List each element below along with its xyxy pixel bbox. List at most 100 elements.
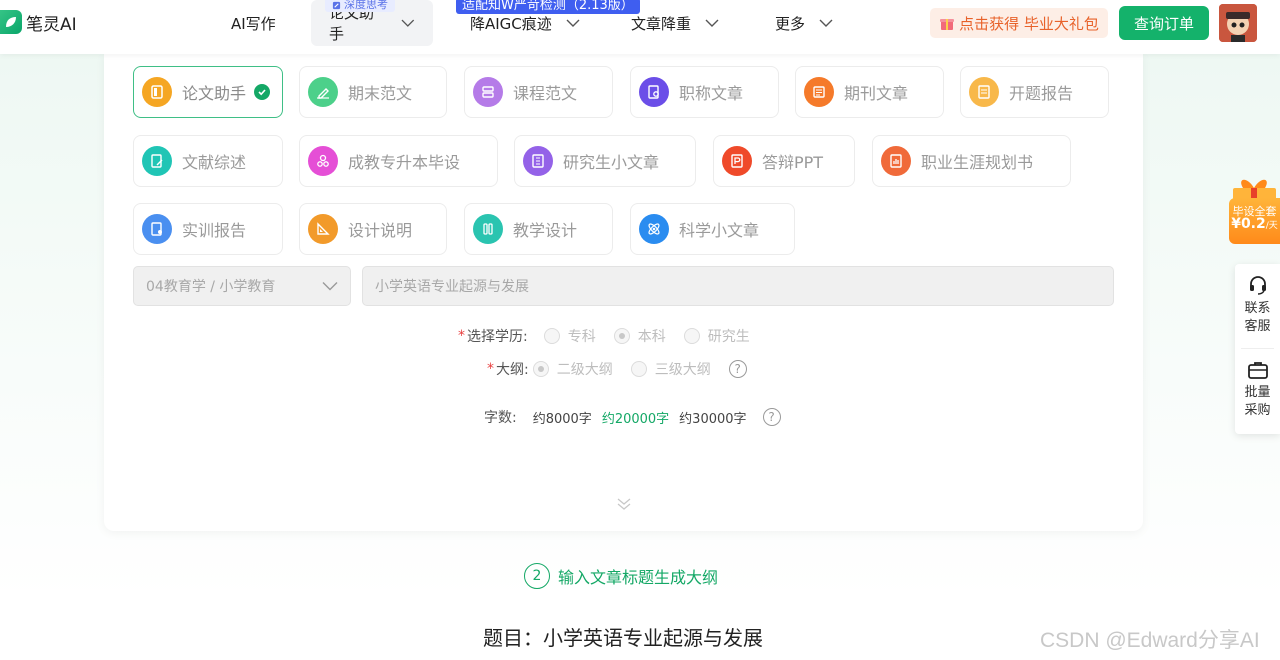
contact-label: 客服	[1244, 319, 1271, 334]
wordcount-30000[interactable]: 约30000字	[679, 408, 746, 427]
headset-icon	[1249, 276, 1266, 295]
bulk-label: 采购	[1244, 403, 1271, 418]
type-journal-article[interactable]: 期刊文章	[795, 66, 944, 118]
type-paper-assistant[interactable]: 论文助手	[133, 66, 283, 118]
radio-dot	[683, 328, 700, 344]
type-science-article[interactable]: 科学小文章	[630, 203, 795, 255]
wordcount-8000[interactable]: 约8000字	[533, 408, 592, 427]
nav-rewrite[interactable]: 文章降重	[631, 0, 719, 46]
wordcount-label: 字数:	[484, 410, 517, 426]
outline-label: 大纲:	[496, 362, 529, 378]
check-icon	[254, 84, 271, 100]
nav-reduce-aigc[interactable]: 适配知W严苛检测（2.13版） 降AIGC痕迹	[456, 0, 640, 46]
bulk-label: 批量	[1244, 385, 1271, 400]
subject-select[interactable]: 04教育学 / 小学教育	[133, 266, 351, 306]
contact-support-button[interactable]: 联系 客服	[1235, 274, 1280, 336]
promo-unit: /天	[1265, 221, 1278, 231]
divider	[1241, 348, 1274, 349]
radio-dot	[613, 328, 630, 344]
chevron-down-icon	[322, 282, 338, 291]
promo-widget[interactable]: 毕设全套 ¥0.2/天	[1229, 176, 1280, 246]
query-order-button[interactable]: 查询订单	[1119, 6, 1209, 40]
leaf-logo-icon	[0, 10, 22, 34]
wordcount-20000[interactable]: 约20000字	[602, 408, 669, 427]
people-icon	[308, 146, 338, 176]
radio-junior-college[interactable]: 专科	[543, 326, 596, 346]
type-adult-upgrade-thesis[interactable]: 成教专升本毕设	[299, 135, 498, 187]
ruler-icon	[308, 214, 338, 244]
type-label: 职称文章	[679, 84, 744, 103]
chevron-down-icon	[819, 19, 833, 27]
chevron-down-icon	[705, 19, 719, 27]
type-label: 课程范文	[513, 84, 578, 103]
type-label: 科学小文章	[679, 221, 760, 240]
nav-ai-writing[interactable]: AI写作	[231, 0, 276, 46]
type-label: 职业生涯规划书	[921, 153, 1034, 172]
type-label: 实训报告	[182, 221, 247, 240]
type-label: 成教专升本毕设	[348, 153, 461, 172]
outline-row: * 大纲: 二级大纲 三级大纲 ?	[487, 359, 747, 379]
gift-label: 点击获得 毕业大礼包	[959, 14, 1099, 33]
nav-more[interactable]: 更多	[775, 0, 833, 46]
logo-text: 笔灵AI	[26, 14, 77, 35]
type-design-spec[interactable]: 设计说明	[299, 203, 447, 255]
atom-icon	[639, 214, 669, 244]
briefcase-icon	[1247, 362, 1268, 379]
type-label: 文献综述	[182, 153, 247, 172]
type-final-essay[interactable]: 期末范文	[299, 66, 447, 118]
type-graduate-short-paper[interactable]: 研究生小文章	[514, 135, 696, 187]
avatar[interactable]	[1219, 4, 1257, 42]
type-career-plan[interactable]: 职业生涯规划书	[872, 135, 1071, 187]
search-doc-icon	[639, 77, 669, 107]
title-input[interactable]	[362, 266, 1114, 306]
type-label: 教学设计	[513, 221, 578, 240]
bulk-purchase-button[interactable]: 批量 采购	[1235, 360, 1280, 420]
type-literature-review[interactable]: 文献综述	[133, 135, 283, 187]
logo[interactable]: 笔灵AI	[0, 8, 77, 36]
gift-icon	[940, 19, 955, 30]
help-icon[interactable]: ?	[728, 360, 747, 378]
doc-edit-icon	[142, 146, 172, 176]
pillar-icon	[473, 214, 503, 244]
radio-three-level-outline[interactable]: 三级大纲	[630, 359, 711, 379]
list-doc-icon	[523, 146, 553, 176]
contact-label: 联系	[1244, 301, 1271, 316]
education-row: * 选择学历: 专科 本科 研究生	[458, 326, 768, 346]
type-proposal-report[interactable]: 开题报告	[960, 66, 1109, 118]
journal-icon	[804, 77, 834, 107]
graduation-gift-button[interactable]: 点击获得 毕业大礼包	[930, 8, 1108, 38]
pencil-icon	[308, 77, 338, 107]
radio-bachelor[interactable]: 本科	[613, 326, 666, 346]
radio-dot	[630, 361, 647, 377]
type-defense-ppt[interactable]: 答辩PPT	[713, 135, 855, 187]
help-icon[interactable]: ?	[762, 408, 781, 426]
radio-label: 本科	[637, 329, 666, 345]
type-label: 期刊文章	[844, 84, 909, 103]
expand-chevron-icon[interactable]	[616, 498, 632, 510]
ppt-icon	[722, 146, 752, 176]
radio-label: 研究生	[707, 329, 750, 345]
chevron-down-icon	[401, 19, 415, 27]
badge-text: 深度思考	[344, 0, 388, 11]
type-teaching-design[interactable]: 教学设计	[464, 203, 613, 255]
required-mark: *	[458, 328, 465, 344]
chart-doc-icon	[881, 146, 911, 176]
radio-label: 三级大纲	[654, 362, 711, 378]
type-title-article[interactable]: 职称文章	[630, 66, 779, 118]
nav-label: 降AIGC痕迹	[470, 14, 552, 33]
type-course-essay[interactable]: 课程范文	[464, 66, 613, 118]
paper-type-card: 论文助手 期末范文 课程范文 职称文章 期刊文章 开题报告 文献综述 成教专升本…	[104, 54, 1143, 531]
type-training-report[interactable]: 实训报告	[133, 203, 283, 255]
type-label: 论文助手	[182, 84, 247, 103]
type-label: 研究生小文章	[563, 153, 660, 172]
step-heading: 2 输入文章标题生成大纲	[524, 563, 718, 589]
step-label: 输入文章标题生成大纲	[558, 568, 719, 587]
step-number: 2	[524, 563, 550, 589]
radio-two-level-outline[interactable]: 二级大纲	[532, 359, 613, 379]
promo-body: 毕设全套 ¥0.2/天	[1229, 198, 1280, 244]
radio-label: 专科	[567, 329, 596, 345]
radio-graduate[interactable]: 研究生	[683, 326, 750, 346]
nav-paper-assistant[interactable]: 深度思考 论文助手	[311, 0, 433, 46]
type-label: 开题报告	[1009, 84, 1074, 103]
nav-label: 文章降重	[631, 14, 692, 33]
